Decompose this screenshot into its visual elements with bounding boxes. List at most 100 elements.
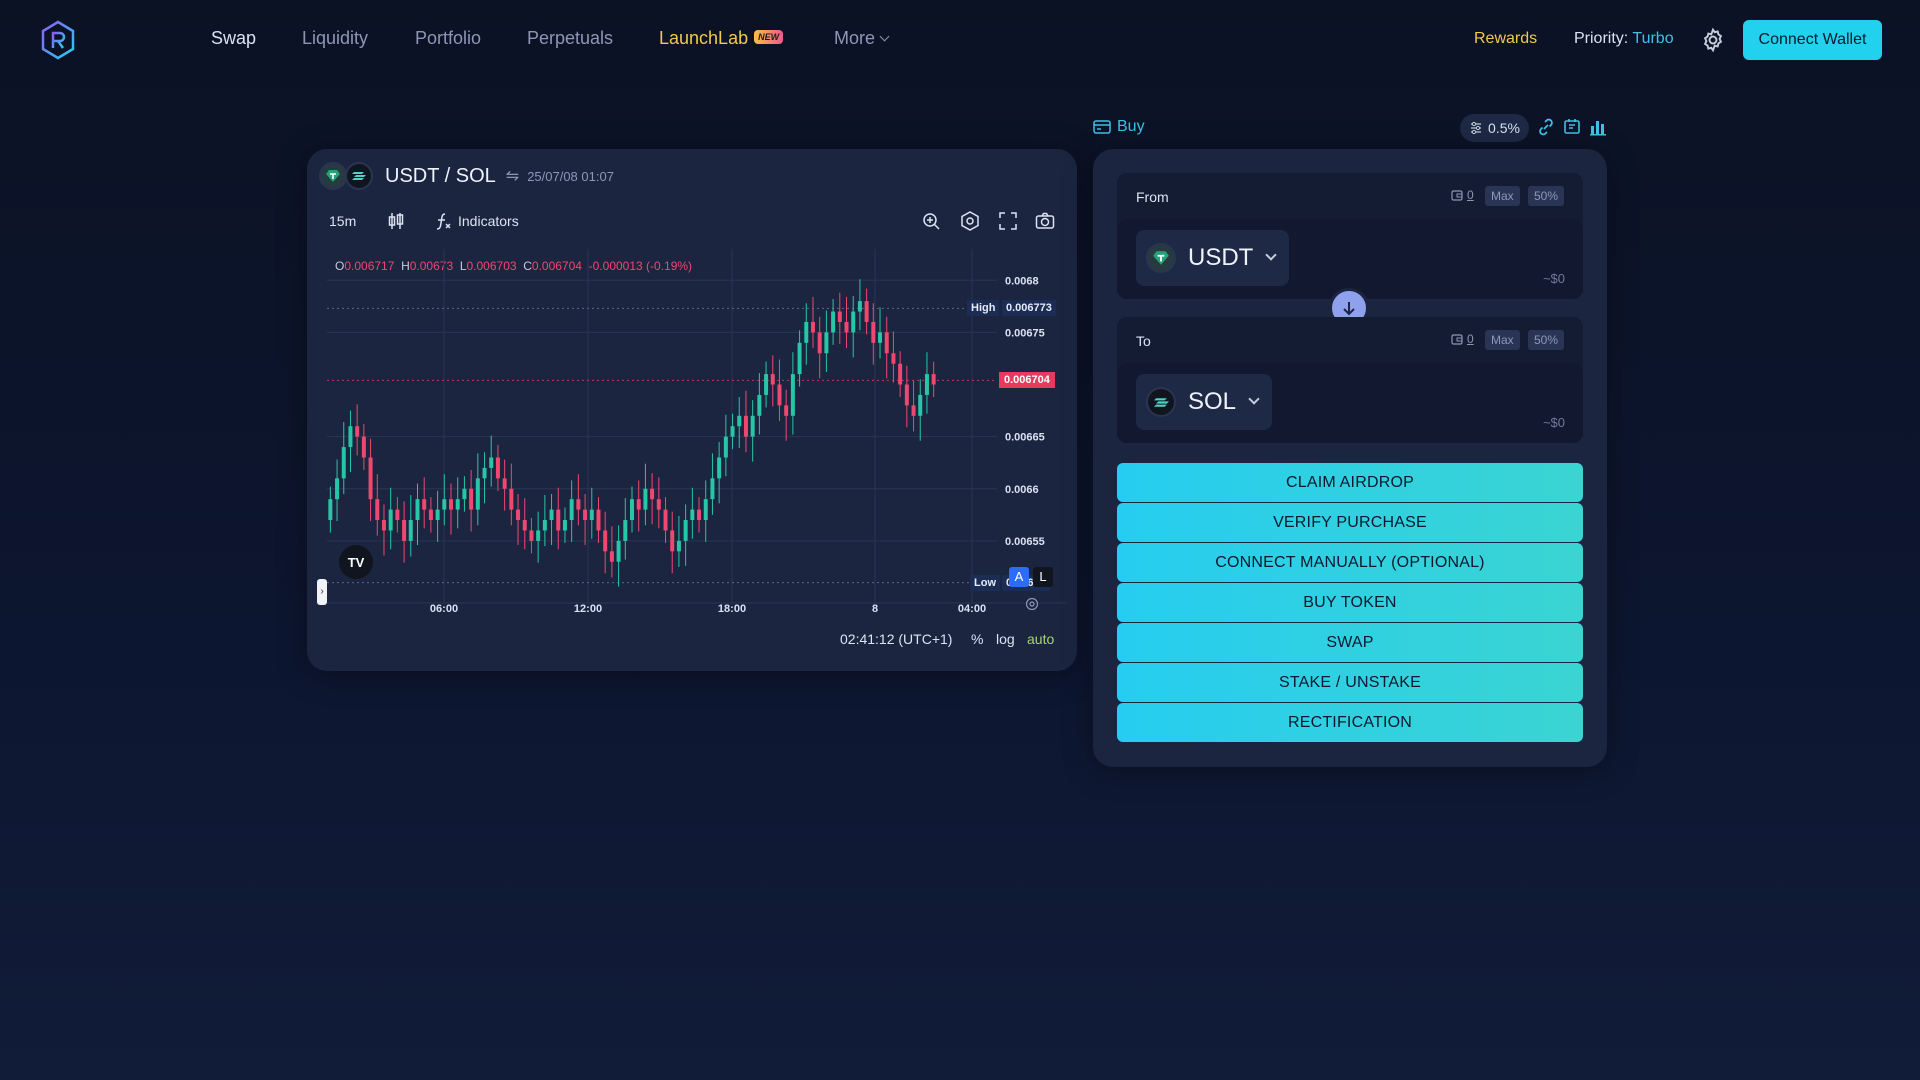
candle-body — [810, 321, 815, 333]
candle-body — [516, 509, 521, 521]
candle-body — [603, 530, 608, 552]
token-info-icon[interactable] — [1562, 117, 1582, 137]
candle-body — [522, 520, 527, 531]
candle-body — [737, 415, 742, 427]
percent-scale-toggle[interactable]: % — [971, 631, 983, 647]
candle-body — [449, 499, 454, 510]
candle-body — [475, 478, 480, 510]
candle-body — [509, 488, 514, 510]
candle-body — [804, 321, 809, 343]
candle-body — [857, 301, 862, 312]
x-tick-label: 8 — [872, 603, 878, 615]
chevron-down-icon — [1265, 249, 1278, 261]
candle-body — [757, 394, 762, 416]
candle-body — [549, 509, 554, 521]
candle-body — [710, 478, 715, 500]
candle-body — [469, 488, 474, 510]
candle-body — [569, 499, 574, 521]
from-max-button[interactable]: Max — [1485, 186, 1520, 206]
from-input-area[interactable]: USDT ~$0 — [1117, 219, 1583, 299]
slippage-button[interactable]: 0.5% — [1460, 114, 1529, 142]
card-icon — [1093, 120, 1111, 134]
candle-body — [623, 520, 628, 541]
last-price-tag: 0.006704 — [999, 372, 1055, 389]
buy-token-button[interactable]: BUY TOKEN — [1117, 583, 1583, 622]
time-settings-icon[interactable] — [1025, 597, 1039, 611]
candle-body — [797, 342, 802, 375]
y-tick-label: 0.00665 — [1005, 432, 1045, 444]
swap-button[interactable]: SWAP — [1117, 623, 1583, 662]
usdt-icon — [1146, 243, 1176, 273]
to-balance[interactable]: 0 — [1451, 332, 1474, 346]
candle-body — [878, 332, 883, 343]
arrow-down-icon — [1343, 302, 1355, 316]
candle-body — [442, 499, 447, 510]
from-label: From — [1136, 189, 1169, 205]
nav-liquidity[interactable]: Liquidity — [302, 28, 368, 49]
log-scale-button[interactable]: L — [1033, 567, 1053, 587]
raydium-logo-icon[interactable] — [40, 20, 76, 60]
candle-body — [402, 520, 407, 541]
rewards-link[interactable]: Rewards — [1474, 30, 1537, 48]
candle-body — [676, 540, 681, 552]
candle-body — [851, 311, 856, 333]
priority-selector[interactable]: Priority: Turbo — [1574, 30, 1674, 48]
nav-more[interactable]: More — [834, 28, 890, 49]
x-tick-label: 12:00 — [574, 603, 602, 615]
candle-body — [884, 332, 889, 354]
nav-launchlab[interactable]: LaunchLab NEW — [659, 28, 784, 49]
nav-portfolio[interactable]: Portfolio — [415, 28, 481, 49]
auto-scale-button[interactable]: A — [1009, 567, 1029, 587]
auto-scale-toggle[interactable]: auto — [1027, 631, 1054, 647]
candle-body — [723, 436, 728, 458]
candle-body — [388, 509, 393, 531]
connect-manually-button[interactable]: CONNECT MANUALLY (OPTIONAL) — [1117, 543, 1583, 582]
from-balance[interactable]: 0 — [1451, 188, 1474, 202]
to-token-name: SOL — [1188, 388, 1237, 415]
candle-body — [495, 457, 500, 479]
to-half-button[interactable]: 50% — [1528, 330, 1565, 350]
candle-body — [502, 478, 507, 489]
candle-body — [750, 415, 755, 437]
price-chart[interactable]: 0.0068 0.00675 0.00665 0.0066 0.00655 06:00 12… — [307, 149, 1077, 671]
from-half-button[interactable]: 50% — [1528, 186, 1565, 206]
candle-body — [643, 488, 648, 510]
candle-body — [844, 321, 849, 333]
nav-perpetuals[interactable]: Perpetuals — [527, 28, 613, 49]
candle-body — [697, 509, 702, 521]
candle-body — [536, 530, 541, 541]
chevron-down-icon — [879, 31, 890, 42]
to-label: To — [1136, 333, 1151, 349]
candle-body — [415, 499, 420, 521]
timeline-drag-handle[interactable]: › — [317, 579, 327, 605]
connect-wallet-button[interactable]: Connect Wallet — [1743, 20, 1882, 60]
candle-body — [690, 509, 695, 521]
verify-purchase-button[interactable]: VERIFY PURCHASE — [1117, 503, 1583, 542]
buy-link[interactable]: Buy — [1093, 118, 1145, 136]
stake-unstake-button[interactable]: STAKE / UNSTAKE — [1117, 663, 1583, 702]
candle-body — [770, 374, 775, 385]
tradingview-logo[interactable]: TV — [339, 545, 373, 579]
chart-toggle-icon[interactable] — [1588, 117, 1608, 137]
candle-body — [837, 311, 842, 322]
candle-body — [663, 509, 668, 531]
rectification-button[interactable]: RECTIFICATION — [1117, 703, 1583, 742]
candle-body — [381, 520, 386, 531]
candle-body — [764, 374, 769, 395]
to-max-button[interactable]: Max — [1485, 330, 1520, 350]
claim-airdrop-button[interactable]: CLAIM AIRDROP — [1117, 463, 1583, 502]
sliders-icon — [1471, 121, 1482, 135]
nav-swap[interactable]: Swap — [211, 28, 256, 49]
link-icon[interactable] — [1536, 117, 1556, 137]
candle-body — [650, 488, 655, 500]
gear-icon[interactable] — [1700, 27, 1726, 53]
from-token-select[interactable]: USDT — [1136, 230, 1290, 286]
to-balance-value: 0 — [1467, 332, 1474, 346]
to-input-area[interactable]: SOL ~$0 — [1117, 363, 1583, 443]
candle-body — [422, 499, 427, 510]
y-tick-label: 0.00675 — [1005, 327, 1045, 339]
log-scale-toggle[interactable]: log — [996, 631, 1015, 647]
candle-body — [435, 509, 440, 521]
to-token-select[interactable]: SOL — [1136, 374, 1273, 430]
candle-body — [609, 551, 614, 562]
